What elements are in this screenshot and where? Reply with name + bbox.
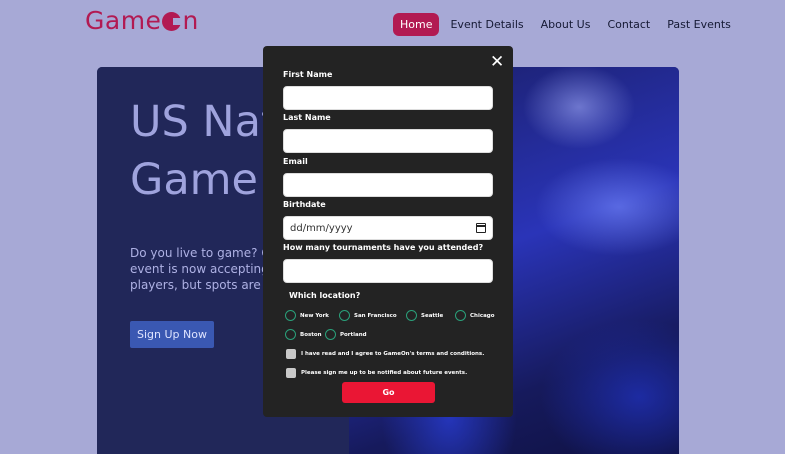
radio-icon[interactable] xyxy=(285,329,296,340)
last-name-label: Last Name xyxy=(283,113,331,122)
email-label: Email xyxy=(283,157,308,166)
radio-label: Chicago xyxy=(470,312,495,319)
tournaments-label: How many tournaments have you attended? xyxy=(283,243,484,252)
location-label: Which location? xyxy=(289,291,361,300)
radio-label: Seattle xyxy=(421,312,444,319)
email-field[interactable] xyxy=(283,173,493,197)
radio-label: Portland xyxy=(340,331,367,338)
radio-boston[interactable]: Boston xyxy=(285,329,322,340)
logo-text-start: Game xyxy=(85,6,162,35)
radio-icon[interactable] xyxy=(406,310,417,321)
radio-new-york[interactable]: New York xyxy=(285,310,329,321)
logo-o-icon xyxy=(162,12,183,31)
radio-icon[interactable] xyxy=(455,310,466,321)
nav-about-us[interactable]: About Us xyxy=(535,13,597,36)
radio-icon[interactable] xyxy=(285,310,296,321)
birthdate-field[interactable]: dd/mm/yyyy xyxy=(283,216,493,240)
nav-event-details[interactable]: Event Details xyxy=(444,13,529,36)
notify-label: Please sign me up to be notified about f… xyxy=(301,370,468,376)
go-button[interactable]: Go xyxy=(342,382,435,403)
nav-contact[interactable]: Contact xyxy=(601,13,656,36)
nav-past-events[interactable]: Past Events xyxy=(661,13,737,36)
notify-checkbox[interactable]: Please sign me up to be notified about f… xyxy=(286,368,467,378)
logo-text-end: n xyxy=(182,6,199,35)
radio-chicago[interactable]: Chicago xyxy=(455,310,495,321)
radio-label: San Francisco xyxy=(354,312,397,319)
radio-seattle[interactable]: Seattle xyxy=(406,310,443,321)
last-name-field[interactable] xyxy=(283,129,493,153)
terms-checkbox[interactable]: I have read and I agree to GameOn's term… xyxy=(286,349,484,359)
tournaments-field[interactable] xyxy=(283,259,493,283)
radio-san-francisco[interactable]: San Francisco xyxy=(339,310,397,321)
radio-label: New York xyxy=(300,312,329,319)
nav-home[interactable]: Home xyxy=(393,13,440,36)
radio-label: Boston xyxy=(300,331,322,338)
first-name-field[interactable] xyxy=(283,86,493,110)
birthdate-label: Birthdate xyxy=(283,200,326,209)
close-icon[interactable]: ✕ xyxy=(490,54,504,71)
first-name-label: First Name xyxy=(283,70,333,79)
terms-label: I have read and I agree to GameOn's term… xyxy=(301,351,485,357)
calendar-icon[interactable] xyxy=(476,223,486,233)
sign-up-button[interactable]: Sign Up Now xyxy=(130,321,214,348)
main-nav: Home Event Details About Us Contact Past… xyxy=(393,13,742,36)
checkbox-icon[interactable] xyxy=(286,349,296,359)
logo[interactable]: Game n xyxy=(85,6,199,35)
radio-icon[interactable] xyxy=(339,310,350,321)
checkbox-icon[interactable] xyxy=(286,368,296,378)
radio-portland[interactable]: Portland xyxy=(325,329,367,340)
signup-modal: ✕ First Name Last Name Email Birthdate d… xyxy=(263,46,513,417)
birthdate-placeholder: dd/mm/yyyy xyxy=(290,222,353,234)
radio-icon[interactable] xyxy=(325,329,336,340)
